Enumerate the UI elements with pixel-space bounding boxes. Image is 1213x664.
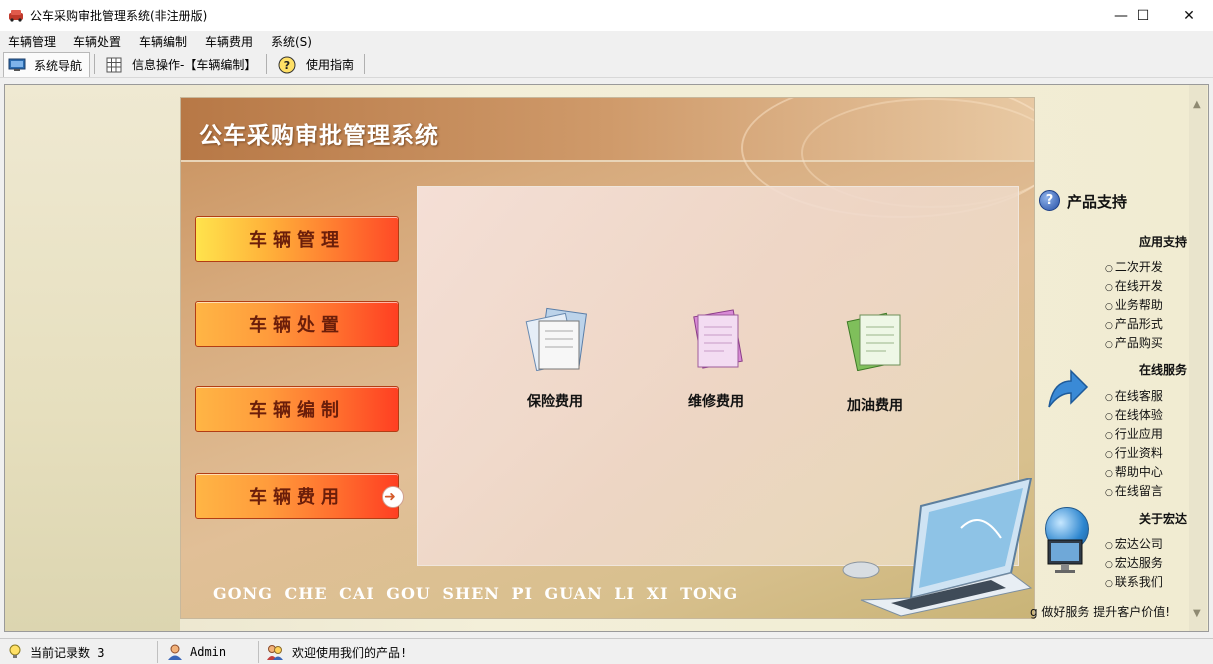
link-online-experience[interactable]: 在线体验	[1105, 406, 1163, 423]
link-product-purchase[interactable]: 产品购买	[1105, 334, 1163, 351]
help-icon: ?	[278, 56, 296, 73]
user-icon	[168, 644, 182, 660]
arrow-right-icon: ➜	[382, 486, 404, 508]
window-title: 公车采购审批管理系统(非注册版)	[30, 9, 208, 23]
grid-icon	[106, 57, 122, 72]
section-heading-app-support: 应用支持	[1138, 235, 1187, 249]
link-hongda-company[interactable]: 宏达公司	[1105, 535, 1163, 552]
title-bar: 公车采购审批管理系统(非注册版) — ☐ ✕	[0, 0, 1213, 31]
panel-title: 公车采购审批管理系统	[199, 123, 439, 149]
menu-system[interactable]: 系统(S)	[271, 33, 312, 50]
link-online-customer-service[interactable]: 在线客服	[1105, 387, 1163, 404]
tab-label: 使用指南	[306, 58, 355, 72]
tab-system-navigation[interactable]: 系统导航	[3, 52, 90, 77]
link-online-message[interactable]: 在线留言	[1105, 482, 1163, 499]
close-icon: ✕	[1183, 7, 1195, 24]
nav-button-vehicle-management[interactable]: 车辆管理	[195, 216, 399, 262]
users-icon	[267, 645, 283, 660]
statusbar-divider	[258, 641, 259, 663]
menu-vehicle-disposal[interactable]: 车辆处置	[73, 33, 121, 50]
slogan-text: g 做好服务 提升客户价值!	[1030, 605, 1171, 619]
welcome-message: 欢迎使用我们的产品!	[292, 645, 408, 660]
link-online-development[interactable]: 在线开发	[1105, 277, 1163, 294]
menu-vehicle-establishment[interactable]: 车辆编制	[139, 33, 187, 50]
background-decoration	[5, 85, 180, 631]
link-industry-materials[interactable]: 行业资料	[1105, 444, 1163, 461]
status-records: 当前记录数 3	[6, 642, 104, 662]
toolbar: 系统导航 信息操作-【车辆编制】 ? 使用指南	[0, 50, 1213, 78]
tab-label: 信息操作-【车辆编制】	[132, 58, 257, 72]
vertical-scrollbar[interactable]: ▲ ▼	[1189, 85, 1207, 631]
monitor-icon	[8, 58, 26, 71]
panel-header: 公车采购审批管理系统	[181, 98, 1034, 218]
help-icon: ?	[1039, 190, 1060, 211]
record-count: 当前记录数 3	[30, 645, 105, 660]
repair-doc-icon	[693, 309, 743, 369]
content-area: 公车采购审批管理系统 车辆管理 车辆处置 车辆编制 车辆费用 ➜ 保险费用 维修…	[4, 84, 1209, 632]
blue-arrow-icon	[1048, 369, 1089, 408]
menu-vehicle-costs[interactable]: 车辆费用	[205, 33, 253, 50]
status-bar: 当前记录数 3 Admin 欢迎使用我们的产品!	[0, 638, 1213, 664]
insurance-doc-icon	[525, 307, 587, 371]
fuel-doc-icon	[846, 312, 901, 371]
link-help-center[interactable]: 帮助中心	[1105, 463, 1163, 480]
laptop-illustration-icon	[842, 478, 1033, 617]
link-hongda-service[interactable]: 宏达服务	[1105, 554, 1163, 571]
status-welcome: 欢迎使用我们的产品!	[266, 642, 407, 662]
tab-user-guide[interactable]: ? 使用指南	[274, 52, 362, 77]
svg-text:?: ?	[284, 59, 290, 72]
link-business-help[interactable]: 业务帮助	[1105, 296, 1163, 313]
current-user: Admin	[190, 645, 227, 659]
item-label: 加油费用	[847, 398, 903, 414]
section-heading-online-service: 在线服务	[1138, 363, 1187, 377]
tab-label: 系统导航	[34, 58, 83, 73]
toolbar-divider	[364, 54, 365, 74]
link-secondary-development[interactable]: 二次开发	[1105, 258, 1163, 275]
close-button[interactable]: ✕	[1166, 0, 1212, 31]
maximize-icon: ☐	[1136, 7, 1150, 24]
nav-button-vehicle-establishment[interactable]: 车辆编制	[195, 386, 399, 432]
main-panel: 公车采购审批管理系统 车辆管理 车辆处置 车辆编制 车辆费用 ➜ 保险费用 维修…	[180, 97, 1035, 619]
scroll-up-icon[interactable]: ▲	[1193, 99, 1201, 110]
item-label: 保险费用	[527, 394, 583, 410]
scroll-down-icon[interactable]: ▼	[1193, 608, 1201, 619]
link-contact-us[interactable]: 联系我们	[1105, 573, 1163, 590]
support-title: 产品支持	[1067, 193, 1128, 211]
menu-bar: 车辆管理 车辆处置 车辆编制 车辆费用 系统(S)	[0, 31, 1213, 50]
nav-button-label: 车辆管理	[249, 230, 345, 251]
nav-button-label: 车辆处置	[249, 315, 345, 336]
nav-button-label: 车辆编制	[249, 400, 345, 421]
toolbar-divider	[266, 54, 267, 74]
toolbar-divider	[94, 54, 95, 74]
menu-vehicle-management[interactable]: 车辆管理	[8, 33, 56, 50]
app-car-icon	[9, 10, 23, 22]
statusbar-divider	[157, 641, 158, 663]
nav-button-vehicle-costs[interactable]: 车辆费用 ➜	[195, 473, 404, 519]
nav-button-label: 车辆费用	[249, 487, 345, 508]
status-user: Admin	[166, 642, 226, 662]
pinyin-caption: GONG CHE CAI GOU SHEN PI GUAN LI XI TONG	[213, 584, 739, 603]
link-product-form[interactable]: 产品形式	[1105, 315, 1163, 332]
monitor-icon	[1047, 539, 1083, 573]
lightbulb-icon	[9, 644, 21, 658]
maximize-button[interactable]: ☐	[1120, 0, 1166, 31]
nav-button-vehicle-disposal[interactable]: 车辆处置	[195, 301, 399, 347]
section-heading-about: 关于宏达	[1138, 512, 1187, 526]
item-label: 维修费用	[688, 394, 744, 410]
link-industry-application[interactable]: 行业应用	[1105, 425, 1163, 442]
product-support-panel: ? 产品支持 应用支持 二次开发 在线开发 业务帮助 产品形式 产品购买 在线服…	[1035, 185, 1195, 625]
tab-info-operation[interactable]: 信息操作-【车辆编制】	[102, 52, 262, 77]
